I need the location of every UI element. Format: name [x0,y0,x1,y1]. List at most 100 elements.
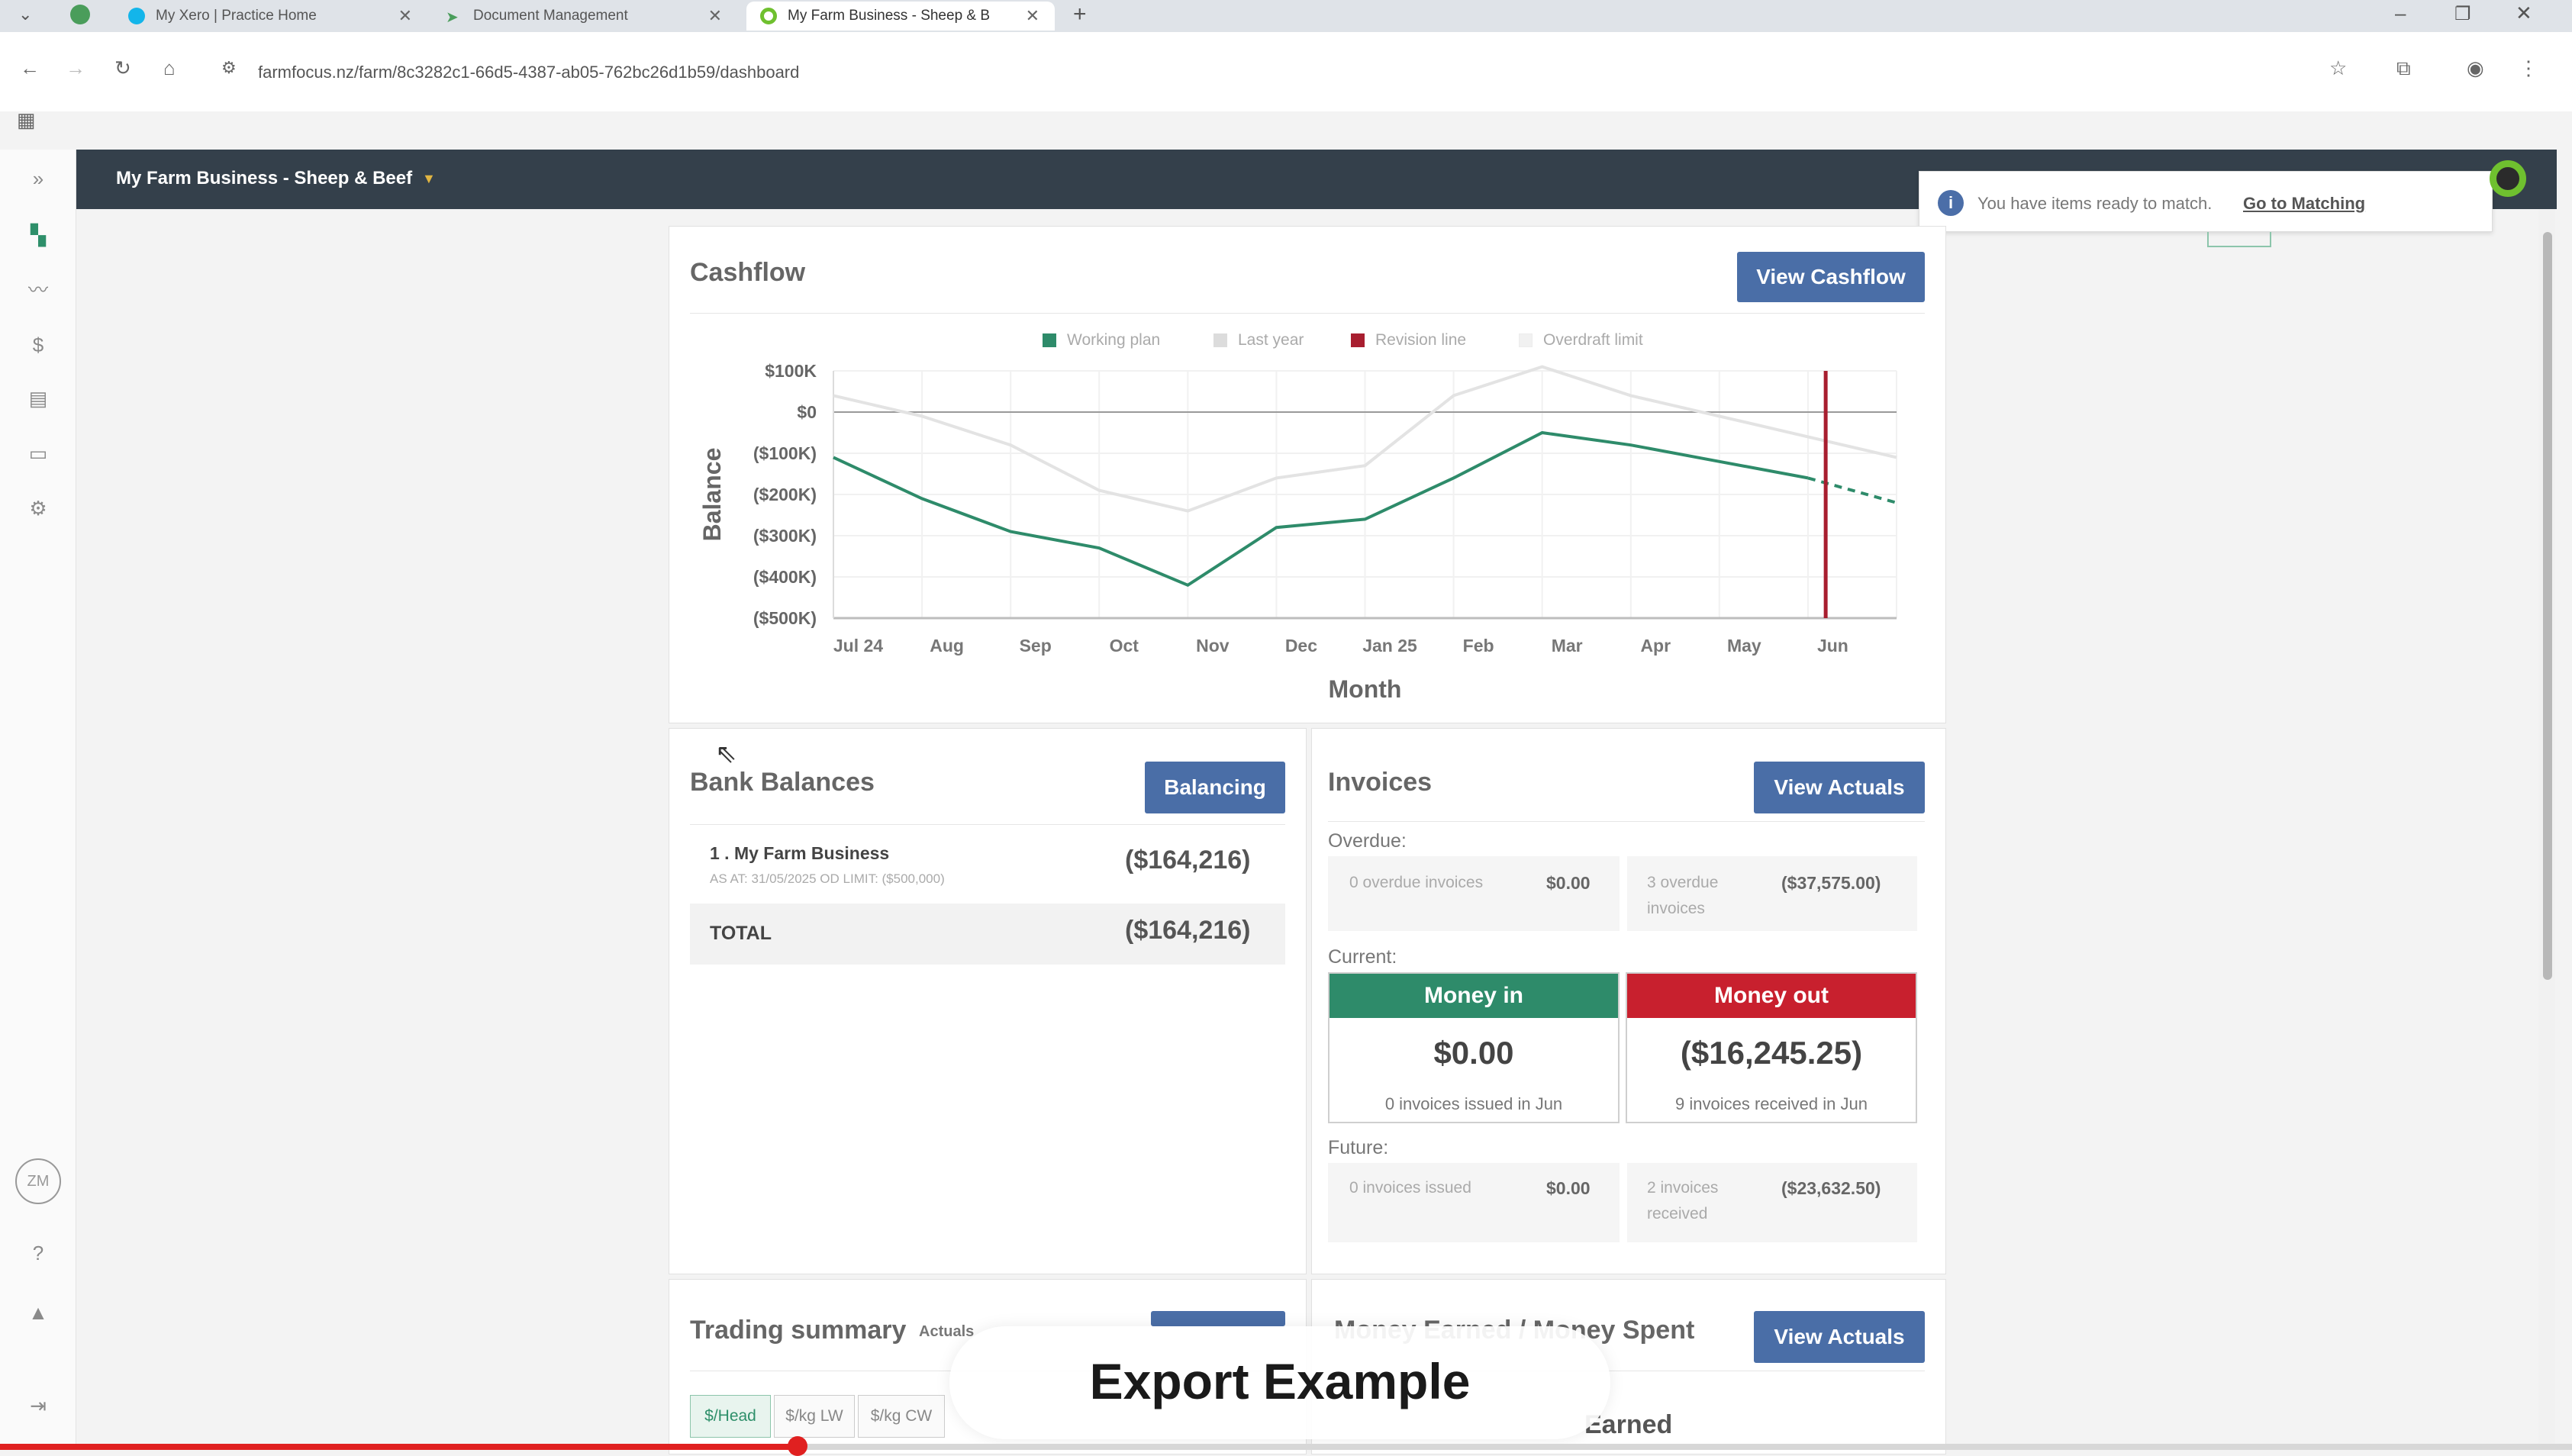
tab-farm-business[interactable]: My Farm Business - Sheep & B ✕ [746,2,1055,31]
help-icon[interactable]: ? [26,1241,50,1265]
future-label: Future: [1328,1137,1389,1158]
legend-swatch [1351,333,1365,347]
tab-title: Document Management [473,8,628,24]
pinned-tab-icon[interactable] [70,5,90,24]
new-tab-icon[interactable]: + [1073,2,1087,27]
bank-divider [690,824,1285,825]
apps-grid-icon[interactable]: ▦ [17,108,36,132]
y-tick-label: ($400K) [753,567,817,587]
money-out-subtitle: 9 invoices received in Jun [1675,1094,1868,1113]
balancing-button[interactable]: Balancing [1145,762,1285,813]
legend-overdraft-limit[interactable]: Overdraft limit [1519,331,1643,350]
y-tick-label: $0 [797,402,817,422]
view-actuals-button-2[interactable]: View Actuals [1754,1311,1925,1363]
overdue-out-text: 3 overdue invoices [1647,874,1719,917]
info-icon: i [1938,190,1964,216]
tab-per-kg-cw[interactable]: $/kg CW [858,1395,945,1438]
money-in-title: Money in [1330,974,1618,1018]
view-actuals-button[interactable]: View Actuals [1754,762,1925,813]
send-favicon-icon: ➤ [446,9,459,26]
x-tick-label: Jun [1817,636,1848,656]
bank-total-amount: ($164,216) [1125,916,1251,945]
overdue-label: Overdue: [1328,830,1407,852]
x-tick-label: May [1727,636,1761,656]
restore-icon[interactable]: ❐ [2454,3,2471,25]
profile-icon[interactable]: ◉ [2467,56,2484,80]
bank-account-name[interactable]: 1 . My Farm Business [710,843,889,864]
reload-icon[interactable]: ↻ [114,56,131,80]
x-tick-label: Jul 24 [833,636,883,656]
money-icon[interactable]: $ [26,333,50,357]
money-in-amount: $0.00 [1433,1035,1514,1071]
expand-nav-icon[interactable]: » [26,166,50,191]
reports-icon[interactable]: ▤ [26,386,50,411]
video-scrubber-knob[interactable] [787,1436,807,1456]
notifications-bell-icon[interactable]: ▲ [26,1300,50,1325]
trading-action-button[interactable] [1151,1311,1285,1326]
url-field[interactable]: farmfocus.nz/farm/8c3282c1-66d5-4387-ab0… [258,63,799,82]
tab-per-head[interactable]: $/Head [690,1395,771,1438]
extensions-icon[interactable]: ⧉ [2396,56,2411,81]
legend-revision-line[interactable]: Revision line [1351,331,1466,350]
back-icon[interactable]: ← [20,56,40,80]
home-icon[interactable]: ⌂ [163,56,176,80]
match-notification: i You have items ready to match. Go to M… [1919,171,2493,232]
y-axis-title: Balance [698,448,726,542]
forward-icon[interactable]: → [66,56,85,80]
window-close-icon[interactable]: ✕ [2516,2,2532,25]
video-progress-bar[interactable] [0,1436,2572,1456]
legend-last-year[interactable]: Last year [1213,331,1304,350]
tab-document-management[interactable]: ➤ Document Management ✕ [432,2,737,31]
minimize-icon[interactable]: – [2395,2,2406,25]
x-tick-label: Feb [1463,636,1494,656]
y-tick-label: ($100K) [753,443,817,463]
tab-title: My Xero | Practice Home [156,8,317,24]
tab-list-chevron-icon[interactable]: ⌄ [18,5,32,24]
trends-icon[interactable]: 〰 [26,278,50,302]
user-avatar[interactable]: ZM [15,1158,61,1204]
bookmark-star-icon[interactable]: ☆ [2329,56,2347,80]
toast-message: You have items ready to match. [1977,194,2213,213]
farmfocus-profile-icon[interactable] [2490,160,2526,197]
overdue-in-value: $0.00 [1546,873,1591,893]
legend-label: Overdraft limit [1543,331,1643,349]
x-tick-label: Jan 25 [1362,636,1417,656]
site-settings-icon[interactable]: ⚙ [221,58,237,78]
close-tab-icon[interactable]: ✕ [398,6,412,26]
bank-account-details: AS AT: 31/05/2025 OD LIMIT: ($500,000) [710,871,945,886]
dashboard-icon[interactable]: ▚ [26,223,50,247]
tab-per-kg-lw[interactable]: $/kg LW [774,1395,855,1438]
archive-icon[interactable]: ▭ [26,441,50,465]
scrollbar-thumb[interactable] [2543,232,2552,980]
go-to-matching-link[interactable]: Go to Matching [2243,194,2365,214]
money-in-subtitle: 0 invoices issued in Jun [1384,1094,1563,1113]
money-in-card[interactable]: Money in $0.00 0 invoices issued in Jun [1328,972,1620,1123]
legend-label: Working plan [1067,331,1161,349]
invoices-title: Invoices [1328,768,1433,797]
legend-label: Revision line [1375,331,1467,349]
close-tab-icon[interactable]: ✕ [1026,6,1039,26]
bank-balances-title: Bank Balances [690,768,875,797]
money-out-title: Money out [1627,974,1916,1018]
legend-swatch [1213,333,1227,347]
logout-icon[interactable]: ⇥ [26,1393,50,1418]
browser-menu-icon[interactable]: ⋮ [2519,56,2538,80]
tab-xero[interactable]: My Xero | Practice Home ✕ [114,2,427,31]
y-tick-label: $100K [765,361,817,381]
view-cashflow-button[interactable]: View Cashflow [1737,252,1925,302]
y-tick-label: ($200K) [753,485,817,504]
x-tick-label: Sep [1020,636,1052,656]
close-tab-icon[interactable]: ✕ [708,6,722,26]
legend-working-plan[interactable]: Working plan [1043,331,1160,350]
x-tick-label: Mar [1552,636,1583,656]
farm-selector-caret-icon[interactable]: ▼ [422,171,436,187]
farm-selector[interactable]: My Farm Business - Sheep & Beef [116,168,412,189]
settings-gear-icon[interactable]: ⚙ [26,496,50,520]
hidden-button-edge [2207,232,2271,247]
video-caption: Export Example [1089,1353,1471,1409]
current-label: Current: [1328,946,1397,968]
legend-swatch [1043,333,1056,347]
x-tick-label: Apr [1640,636,1671,656]
future-out-value: ($23,632.50) [1781,1178,1881,1198]
money-out-card[interactable]: Money out ($16,245.25) 9 invoices receiv… [1626,972,1917,1123]
